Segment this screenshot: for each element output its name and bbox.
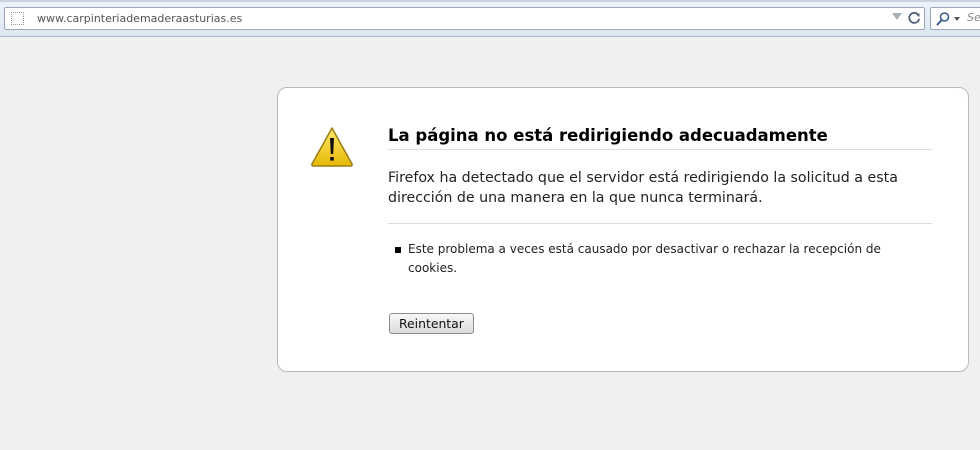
url-bar[interactable]: www.carpinteriademaderaasturias.es bbox=[4, 7, 925, 30]
url-history-dropdown-icon[interactable] bbox=[892, 13, 902, 20]
error-description: Firefox ha detectado que el servidor est… bbox=[388, 170, 898, 206]
search-bar[interactable]: Se bbox=[930, 7, 980, 30]
navigation-toolbar: www.carpinteriademaderaasturias.es Se bbox=[0, 0, 980, 37]
search-engine-icon[interactable] bbox=[935, 11, 951, 27]
toolbar-edge bbox=[0, 0, 980, 2]
title-divider bbox=[388, 149, 932, 150]
description-divider bbox=[388, 223, 932, 224]
retry-button[interactable]: Reintentar bbox=[389, 313, 474, 334]
error-hint-item: Este problema a veces está causado por d… bbox=[408, 242, 881, 275]
reload-icon[interactable] bbox=[906, 10, 922, 26]
error-page-container: La página no está redirigiendo adecuadam… bbox=[277, 87, 969, 372]
warning-icon bbox=[311, 127, 353, 167]
bullet-marker bbox=[395, 247, 401, 253]
url-input[interactable]: www.carpinteriademaderaasturias.es bbox=[37, 12, 242, 25]
error-title: La página no está redirigiendo adecuadam… bbox=[388, 126, 828, 145]
search-engine-dropdown-icon[interactable] bbox=[954, 17, 960, 21]
search-input[interactable]: Se bbox=[967, 11, 980, 24]
site-identity-icon[interactable] bbox=[11, 12, 24, 25]
